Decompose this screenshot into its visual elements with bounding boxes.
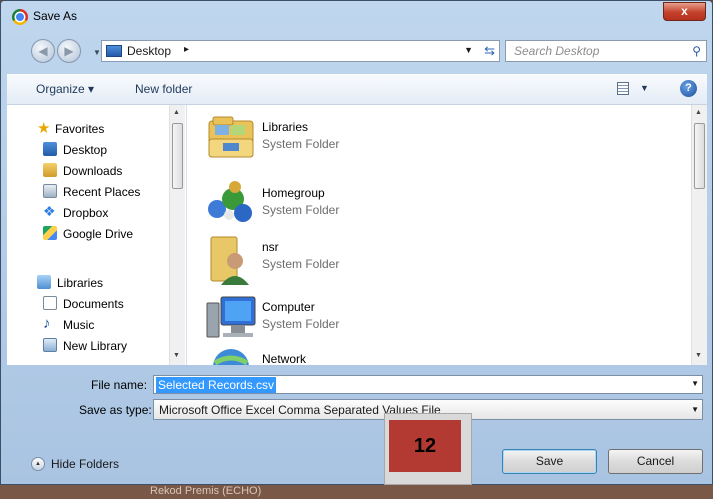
sidebar-item-music[interactable]: ♪ Music [7, 315, 177, 335]
collapse-icon: ▲ [31, 457, 45, 471]
sidebar-item-label: Google Drive [63, 227, 134, 241]
command-toolbar: Organize ▾ New folder ▼ ? [7, 74, 707, 105]
step-annotation: 12 [384, 413, 472, 485]
file-list: Libraries System Folder Homegroup System… [187, 105, 707, 365]
navigation-pane: ★ Favorites Desktop Downloads Recent Pla… [7, 105, 187, 365]
sidebar-item-label: Documents [63, 297, 124, 311]
scroll-thumb[interactable] [172, 123, 183, 189]
libraries-icon [205, 113, 257, 161]
refresh-icon[interactable]: ⇆ [484, 43, 495, 59]
file-type: System Folder [262, 317, 340, 331]
network-icon [205, 345, 257, 365]
search-placeholder: Search Desktop [514, 44, 600, 58]
organize-button[interactable]: Organize ▾ [36, 82, 94, 96]
search-input[interactable]: Search Desktop ⚲ [505, 40, 707, 62]
desktop-folder-icon [106, 45, 122, 57]
sidebar-item-documents[interactable]: Documents [7, 294, 177, 314]
sidebar-item-desktop[interactable]: Desktop [7, 140, 177, 160]
file-type: System Folder [262, 137, 340, 151]
forward-button[interactable]: ▶ [57, 39, 81, 63]
file-name: Network [262, 352, 307, 365]
sidebar-item-recent-places[interactable]: Recent Places [7, 182, 177, 202]
sidebar-item-new-library[interactable]: New Library [7, 336, 177, 356]
new-folder-button[interactable]: New folder [135, 82, 192, 96]
sidebar-item-label: Dropbox [63, 206, 109, 220]
homegroup-icon [205, 179, 257, 227]
google-drive-icon [43, 226, 57, 240]
file-item-libraries[interactable]: Libraries System Folder [205, 113, 505, 169]
dropbox-icon: ❖ [43, 203, 56, 219]
sidebar-item-label: New Library [63, 339, 128, 353]
sidebar-item-label: Music [63, 318, 95, 332]
background-strip [0, 485, 713, 499]
chevron-down-icon[interactable]: ▼ [691, 379, 699, 388]
documents-icon [43, 296, 57, 310]
chevron-down-icon[interactable]: ▼ [691, 405, 699, 414]
dialog-footer: ▲ Hide Folders Save Cancel [7, 421, 707, 481]
address-row: ◀ ▶ ▼ Desktop ▸ ▼ ⇆ Search Desktop ⚲ [1, 31, 712, 71]
scroll-down-icon[interactable]: ▼ [695, 352, 702, 359]
libraries-header[interactable]: Libraries [7, 273, 177, 293]
user-folder-icon [205, 233, 257, 285]
close-button[interactable]: x [663, 2, 706, 21]
chrome-icon [12, 9, 28, 25]
view-dropdown-icon[interactable]: ▼ [640, 83, 649, 93]
background-text: Rekod Premis (ECHO) [150, 485, 262, 497]
file-list-scrollbar[interactable]: ▲ ▼ [691, 105, 707, 365]
file-type: System Folder [262, 203, 340, 217]
libraries-icon [37, 275, 51, 289]
recent-locations-icon[interactable]: ▼ [93, 48, 101, 57]
sidebar-item-downloads[interactable]: Downloads [7, 161, 177, 181]
window-title: Save As [33, 9, 78, 23]
sidebar-item-label: Downloads [63, 164, 123, 178]
file-item-network[interactable]: Network [205, 345, 505, 365]
breadcrumb-desktop[interactable]: Desktop [127, 44, 171, 58]
recent-places-icon [43, 184, 57, 198]
search-icon[interactable]: ⚲ [692, 44, 701, 58]
back-button[interactable]: ◀ [31, 39, 55, 63]
breadcrumb-arrow-icon[interactable]: ▸ [184, 44, 189, 55]
scroll-up-icon[interactable]: ▲ [173, 109, 180, 116]
hide-folders-label: Hide Folders [51, 457, 120, 471]
step-number: 12 [389, 420, 461, 472]
libraries-label: Libraries [57, 276, 104, 290]
save-form: File name: Selected Records.csv ▼ Save a… [7, 365, 707, 420]
sidebar-item-google-drive[interactable]: Google Drive [7, 224, 177, 244]
library-icon [43, 338, 57, 352]
help-icon[interactable]: ? [680, 80, 697, 97]
save-button[interactable]: Save [502, 449, 597, 474]
file-name: Libraries [262, 120, 309, 134]
file-name: nsr [262, 240, 279, 254]
file-name-value: Selected Records.csv [156, 377, 277, 393]
cancel-button[interactable]: Cancel [608, 449, 703, 474]
star-icon: ★ [37, 120, 51, 137]
scroll-up-icon[interactable]: ▲ [695, 109, 702, 116]
change-view-icon[interactable] [617, 82, 629, 95]
scroll-thumb[interactable] [694, 123, 705, 189]
save-type-label: Save as type: [79, 403, 152, 417]
downloads-icon [43, 163, 57, 177]
scroll-down-icon[interactable]: ▼ [173, 352, 180, 359]
favorites-header[interactable]: ★ Favorites [7, 119, 177, 139]
address-bar[interactable]: Desktop ▸ ▼ ⇆ [101, 40, 500, 62]
file-name: Computer [262, 300, 315, 314]
desktop-icon [43, 142, 57, 156]
navigation-scrollbar[interactable]: ▲ ▼ [169, 105, 185, 365]
file-item-homegroup[interactable]: Homegroup System Folder [205, 179, 505, 235]
file-name-label: File name: [91, 378, 148, 392]
save-as-dialog: Save As x ◀ ▶ ▼ Desktop ▸ ▼ ⇆ Search Des… [0, 0, 713, 485]
file-name-field[interactable]: Selected Records.csv ▼ [153, 375, 703, 394]
address-dropdown-icon[interactable]: ▼ [464, 45, 473, 55]
computer-icon [205, 293, 257, 341]
title-bar: Save As x [1, 1, 712, 31]
file-item-computer[interactable]: Computer System Folder [205, 293, 505, 349]
file-item-nsr[interactable]: nsr System Folder [205, 233, 505, 289]
sidebar-item-label: Recent Places [63, 185, 141, 199]
sidebar-item-label: Desktop [63, 143, 108, 157]
file-type: System Folder [262, 257, 340, 271]
file-name: Homegroup [262, 186, 325, 200]
sidebar-item-dropbox[interactable]: ❖ Dropbox [7, 203, 177, 223]
music-icon: ♪ [43, 315, 51, 332]
favorites-label: Favorites [55, 122, 105, 136]
